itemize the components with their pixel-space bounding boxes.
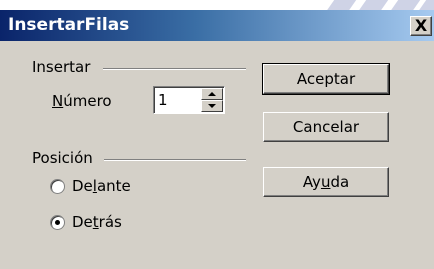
- insert-group-divider: [103, 68, 246, 70]
- radio-before-label[interactable]: Delante: [72, 177, 131, 195]
- position-group-label: Posición: [32, 149, 93, 167]
- insert-group-label: Insertar: [32, 58, 91, 76]
- accept-button[interactable]: Aceptar: [262, 63, 390, 95]
- arrow-up-icon: [208, 92, 216, 96]
- radio-selected-dot: [55, 220, 60, 225]
- help-button[interactable]: Ayuda: [263, 167, 389, 197]
- close-button[interactable]: X: [410, 16, 432, 36]
- number-spinner[interactable]: 1: [153, 86, 225, 114]
- radio-after[interactable]: [50, 215, 65, 230]
- cancel-button[interactable]: Cancelar: [263, 112, 389, 142]
- close-icon: X: [414, 16, 428, 35]
- number-input[interactable]: 1: [158, 91, 168, 109]
- spin-down-button[interactable]: [201, 100, 223, 112]
- radio-after-label[interactable]: Detrás: [72, 213, 122, 231]
- radio-before[interactable]: [50, 179, 65, 194]
- position-group-divider: [104, 159, 246, 161]
- arrow-down-icon: [208, 104, 216, 108]
- spin-up-button[interactable]: [201, 88, 223, 100]
- title-bar[interactable]: InsertarFilas X: [0, 10, 434, 41]
- number-label: Número: [52, 92, 112, 110]
- dialog-title: InsertarFilas: [8, 15, 130, 35]
- insert-rows-dialog: InsertarFilas X Insertar Número 1 Posici…: [0, 10, 434, 269]
